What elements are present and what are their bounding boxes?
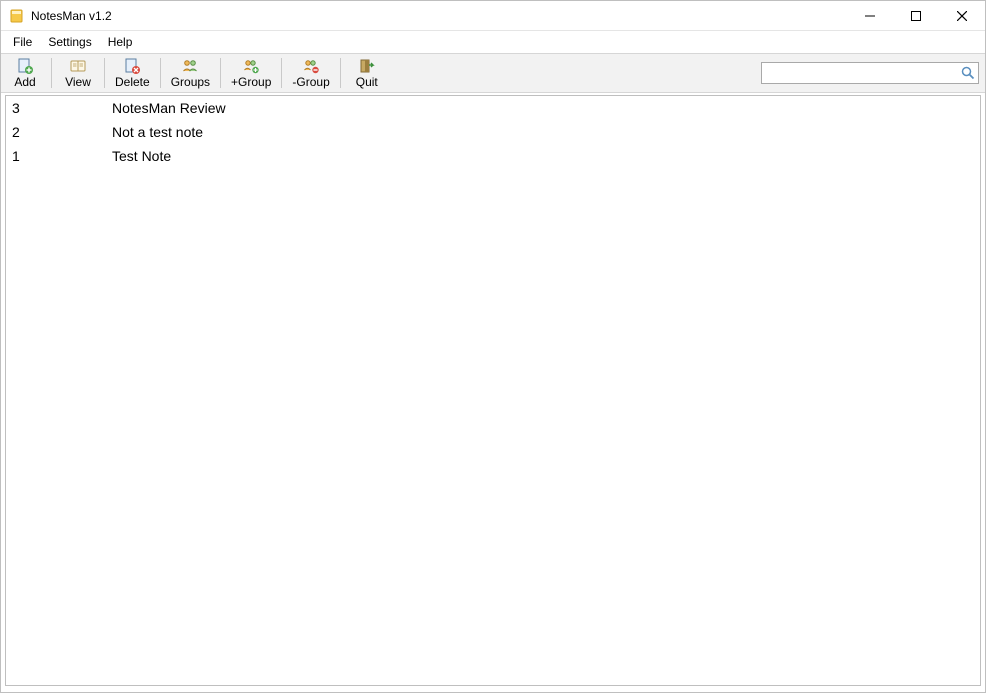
delete-button[interactable]: Delete <box>109 54 156 92</box>
quit-label: Quit <box>356 75 378 89</box>
note-id: 3 <box>12 99 112 117</box>
toolbar-separator <box>160 58 161 88</box>
note-title: Test Note <box>112 147 974 165</box>
app-icon <box>9 8 25 24</box>
titlebar: NotesMan v1.2 <box>1 1 985 31</box>
add-label: Add <box>14 75 35 89</box>
window-controls <box>847 1 985 30</box>
note-id: 1 <box>12 147 112 165</box>
list-item[interactable]: 2Not a test note <box>6 120 980 144</box>
toolbar-separator <box>281 58 282 88</box>
menu-file[interactable]: File <box>5 33 40 51</box>
groups-label: Groups <box>171 75 210 89</box>
view-icon <box>70 58 86 74</box>
close-button[interactable] <box>939 1 985 30</box>
menu-help[interactable]: Help <box>100 33 141 51</box>
add-group-label: +Group <box>231 75 271 89</box>
menu-settings[interactable]: Settings <box>40 33 99 51</box>
add-group-icon <box>243 58 259 74</box>
search-input[interactable] <box>766 65 960 81</box>
delete-label: Delete <box>115 75 150 89</box>
list-item[interactable]: 3NotesMan Review <box>6 96 980 120</box>
remove-group-label: -Group <box>292 75 329 89</box>
remove-group-icon <box>303 58 319 74</box>
minimize-button[interactable] <box>847 1 893 30</box>
note-id: 2 <box>12 123 112 141</box>
add-button[interactable]: Add <box>3 54 47 92</box>
toolbar-separator <box>220 58 221 88</box>
toolbar-separator <box>51 58 52 88</box>
toolbar-separator <box>340 58 341 88</box>
quit-icon <box>359 58 375 74</box>
window: NotesMan v1.2 File Settings Help <box>0 0 986 693</box>
note-title: Not a test note <box>112 123 974 141</box>
remove-group-button[interactable]: -Group <box>286 54 335 92</box>
groups-icon <box>182 58 198 74</box>
menubar: File Settings Help <box>1 31 985 53</box>
quit-button[interactable]: Quit <box>345 54 389 92</box>
notes-list[interactable]: 3NotesMan Review2Not a test note1Test No… <box>5 95 981 686</box>
toolbar-separator <box>104 58 105 88</box>
delete-icon <box>124 58 140 74</box>
search-icon[interactable] <box>960 65 976 81</box>
groups-button[interactable]: Groups <box>165 54 216 92</box>
list-item[interactable]: 1Test Note <box>6 144 980 168</box>
add-group-button[interactable]: +Group <box>225 54 277 92</box>
add-icon <box>17 58 33 74</box>
toolbar: Add View <box>1 53 985 93</box>
note-title: NotesMan Review <box>112 99 974 117</box>
view-button[interactable]: View <box>56 54 100 92</box>
view-label: View <box>65 75 91 89</box>
maximize-button[interactable] <box>893 1 939 30</box>
search-box[interactable] <box>761 62 979 84</box>
window-title: NotesMan v1.2 <box>31 9 112 23</box>
